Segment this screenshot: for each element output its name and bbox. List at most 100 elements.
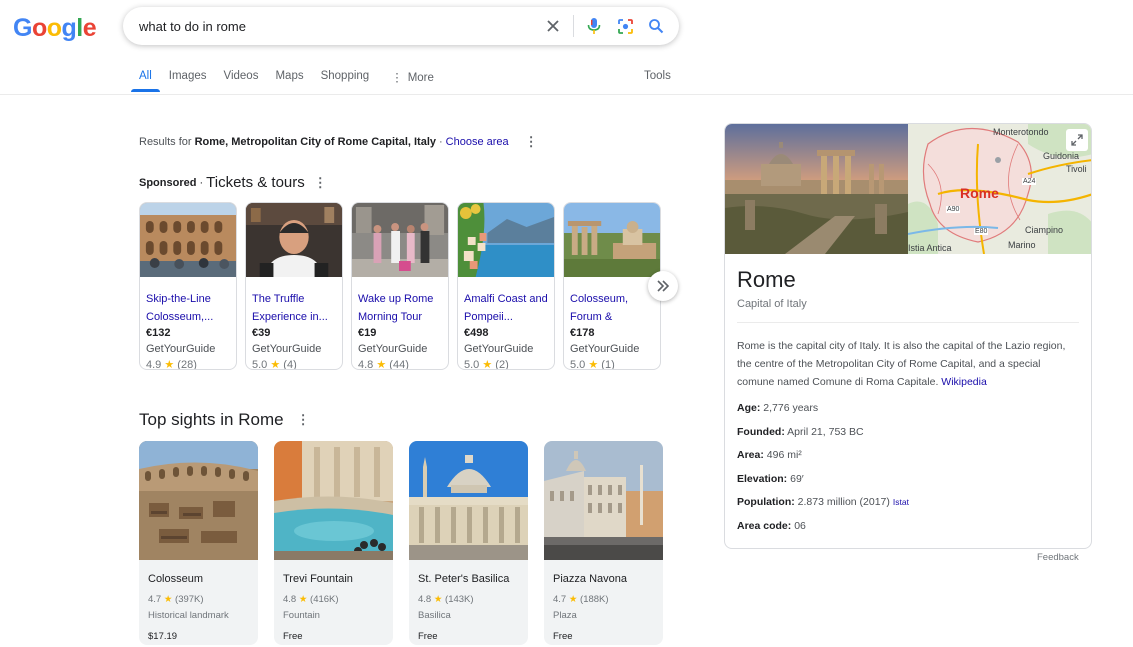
logo-letter: o (46, 14, 62, 42)
sight-category: Fountain (283, 610, 320, 621)
truffle-chef-photo (246, 203, 342, 277)
ticket-price: €132 (146, 327, 171, 339)
map-expand-button[interactable] (1066, 129, 1088, 151)
top-sights-header: Top sights in Rome ⋮ (139, 410, 310, 430)
sponsored-label: Sponsored (139, 176, 197, 189)
fact-key[interactable]: Population: (737, 496, 795, 508)
knowledge-panel: Monterotondo Guidonia Tivoli Rome Ciampi… (724, 123, 1092, 549)
sight-card[interactable]: Trevi Fountain 4.8 ★ (416K) Fountain Fre… (274, 441, 393, 645)
amalfi-coast-photo (458, 203, 554, 277)
mic-icon[interactable] (583, 15, 605, 37)
fact-value: 496 mi² (766, 449, 802, 461)
rating-count: (143K) (445, 594, 474, 605)
rome-map[interactable]: Monterotondo Guidonia Tivoli Rome Ciampi… (908, 124, 1091, 254)
tab-all[interactable]: All (131, 70, 160, 92)
rating-value: 4.8 (358, 359, 374, 370)
fact-value: 06 (794, 519, 806, 532)
tab-label: Videos (223, 70, 259, 82)
sight-name[interactable]: St. Peter's Basilica (418, 571, 519, 587)
rating-count: (28) (177, 359, 197, 370)
search-divider (573, 15, 574, 37)
rating-count: (188K) (580, 594, 609, 605)
logo-letter: g (61, 14, 77, 42)
ticket-title[interactable]: Skip-the-Line Colosseum,... (146, 290, 230, 326)
rating-value: 5.0 (252, 359, 268, 370)
more-options-icon[interactable]: ⋮ (525, 134, 538, 150)
sight-price: Free (553, 631, 573, 642)
fact-source-link[interactable]: Istat (893, 497, 909, 507)
tools-button[interactable]: Tools (644, 70, 671, 82)
ticket-title[interactable]: Colosseum, Forum & Vatica... (570, 290, 654, 326)
carousel-next-button[interactable] (648, 271, 678, 301)
ticket-title[interactable]: The Truffle Experience in... (252, 290, 336, 326)
tab-images[interactable]: Images (169, 70, 207, 92)
kp-facts: Age: 2,776 years Founded: April 21, 753 … (737, 400, 909, 541)
fact-key[interactable]: Age: (737, 402, 760, 414)
roman-forum-photo[interactable] (725, 124, 908, 254)
morning-tour-photo (352, 203, 448, 277)
tab-more[interactable]: ⋮ More (391, 70, 434, 92)
ticket-rating: 4.9 ★ (28) (146, 357, 230, 370)
sight-category: Historical landmark (148, 610, 229, 621)
google-logo[interactable]: Google (13, 14, 97, 43)
ticket-price: €498 (464, 327, 489, 339)
search-icon[interactable] (645, 15, 667, 37)
choose-area-link[interactable]: Choose area (446, 136, 509, 148)
ticket-card[interactable]: Wake up Rome Morning Tour €19 GetYourGui… (351, 202, 449, 370)
sight-category: Plaza (553, 610, 577, 621)
ticket-vendor: GetYourGuide (252, 343, 322, 355)
rating-value: 4.7 (148, 594, 162, 605)
sight-name[interactable]: Colosseum (148, 571, 249, 587)
star-icon: ★ (482, 359, 493, 370)
fact-value: 69′ (790, 472, 804, 485)
fact-age: Age: 2,776 years (737, 400, 909, 424)
star-icon: ★ (588, 359, 599, 370)
ticket-vendor: GetYourGuide (358, 343, 428, 355)
ticket-title[interactable]: Wake up Rome Morning Tour (358, 290, 442, 326)
sight-name[interactable]: Piazza Navona (553, 571, 654, 587)
tab-shopping[interactable]: Shopping (321, 70, 370, 92)
fact-key[interactable]: Area code: (737, 520, 791, 532)
tab-videos[interactable]: Videos (224, 70, 259, 92)
star-icon: ★ (433, 594, 443, 605)
fact-key[interactable]: Founded: (737, 426, 785, 438)
sponsored-title: Tickets & tours (206, 174, 305, 191)
sight-card[interactable]: Colosseum 4.7 ★ (397K) Historical landma… (139, 441, 258, 645)
feedback-link[interactable]: Feedback (1037, 552, 1079, 563)
ticket-rating: 5.0 ★ (4) (252, 357, 336, 370)
map-label: Istia Antica (908, 243, 952, 253)
sight-name[interactable]: Trevi Fountain (283, 571, 384, 587)
tab-label: Images (168, 70, 207, 82)
sponsored-header: Sponsored · Tickets & tours ⋮ (139, 174, 327, 191)
wikipedia-link[interactable]: Wikipedia (941, 376, 987, 388)
fact-value: 2,776 years (763, 402, 819, 414)
header-divider (0, 94, 1133, 95)
ticket-card[interactable]: Colosseum, Forum & Vatica... €178 GetYou… (563, 202, 661, 370)
rating-count: (397K) (175, 594, 204, 605)
search-input[interactable] (139, 14, 529, 38)
fact-key[interactable]: Area: (737, 449, 764, 461)
sight-card[interactable]: Piazza Navona 4.7 ★ (188K) Plaza Free (544, 441, 663, 645)
tab-label: Maps (275, 70, 304, 82)
lens-icon[interactable] (614, 15, 636, 37)
map-label: Tivoli (1066, 164, 1087, 174)
tab-maps[interactable]: Maps (275, 70, 303, 92)
rating-value: 4.8 (418, 594, 432, 605)
sight-card[interactable]: St. Peter's Basilica 4.8 ★ (143K) Basili… (409, 441, 528, 645)
more-options-icon[interactable]: ⋮ (297, 412, 310, 428)
sight-rating: 4.7 ★ (188K) (553, 592, 654, 608)
close-icon[interactable] (542, 15, 564, 37)
results-for: Results for Rome, Metropolitan City of R… (139, 134, 538, 150)
expand-icon (1071, 134, 1083, 146)
ticket-card[interactable]: Skip-the-Line Colosseum,... €132 GetYour… (139, 202, 237, 370)
ticket-card[interactable]: Amalfi Coast and Pompeii... €498 GetYour… (457, 202, 555, 370)
rating-value: 5.0 (464, 359, 480, 370)
ticket-card[interactable]: The Truffle Experience in... €39 GetYour… (245, 202, 343, 370)
more-options-icon[interactable]: ⋮ (314, 175, 327, 191)
fact-key[interactable]: Elevation: (737, 473, 787, 485)
logo-letter: e (82, 14, 97, 42)
fact-population: Population: 2.873 million (2017) Istat (737, 494, 909, 518)
ticket-price: €178 (570, 327, 595, 339)
tab-label: More (407, 72, 434, 84)
ticket-title[interactable]: Amalfi Coast and Pompeii... (464, 290, 548, 326)
